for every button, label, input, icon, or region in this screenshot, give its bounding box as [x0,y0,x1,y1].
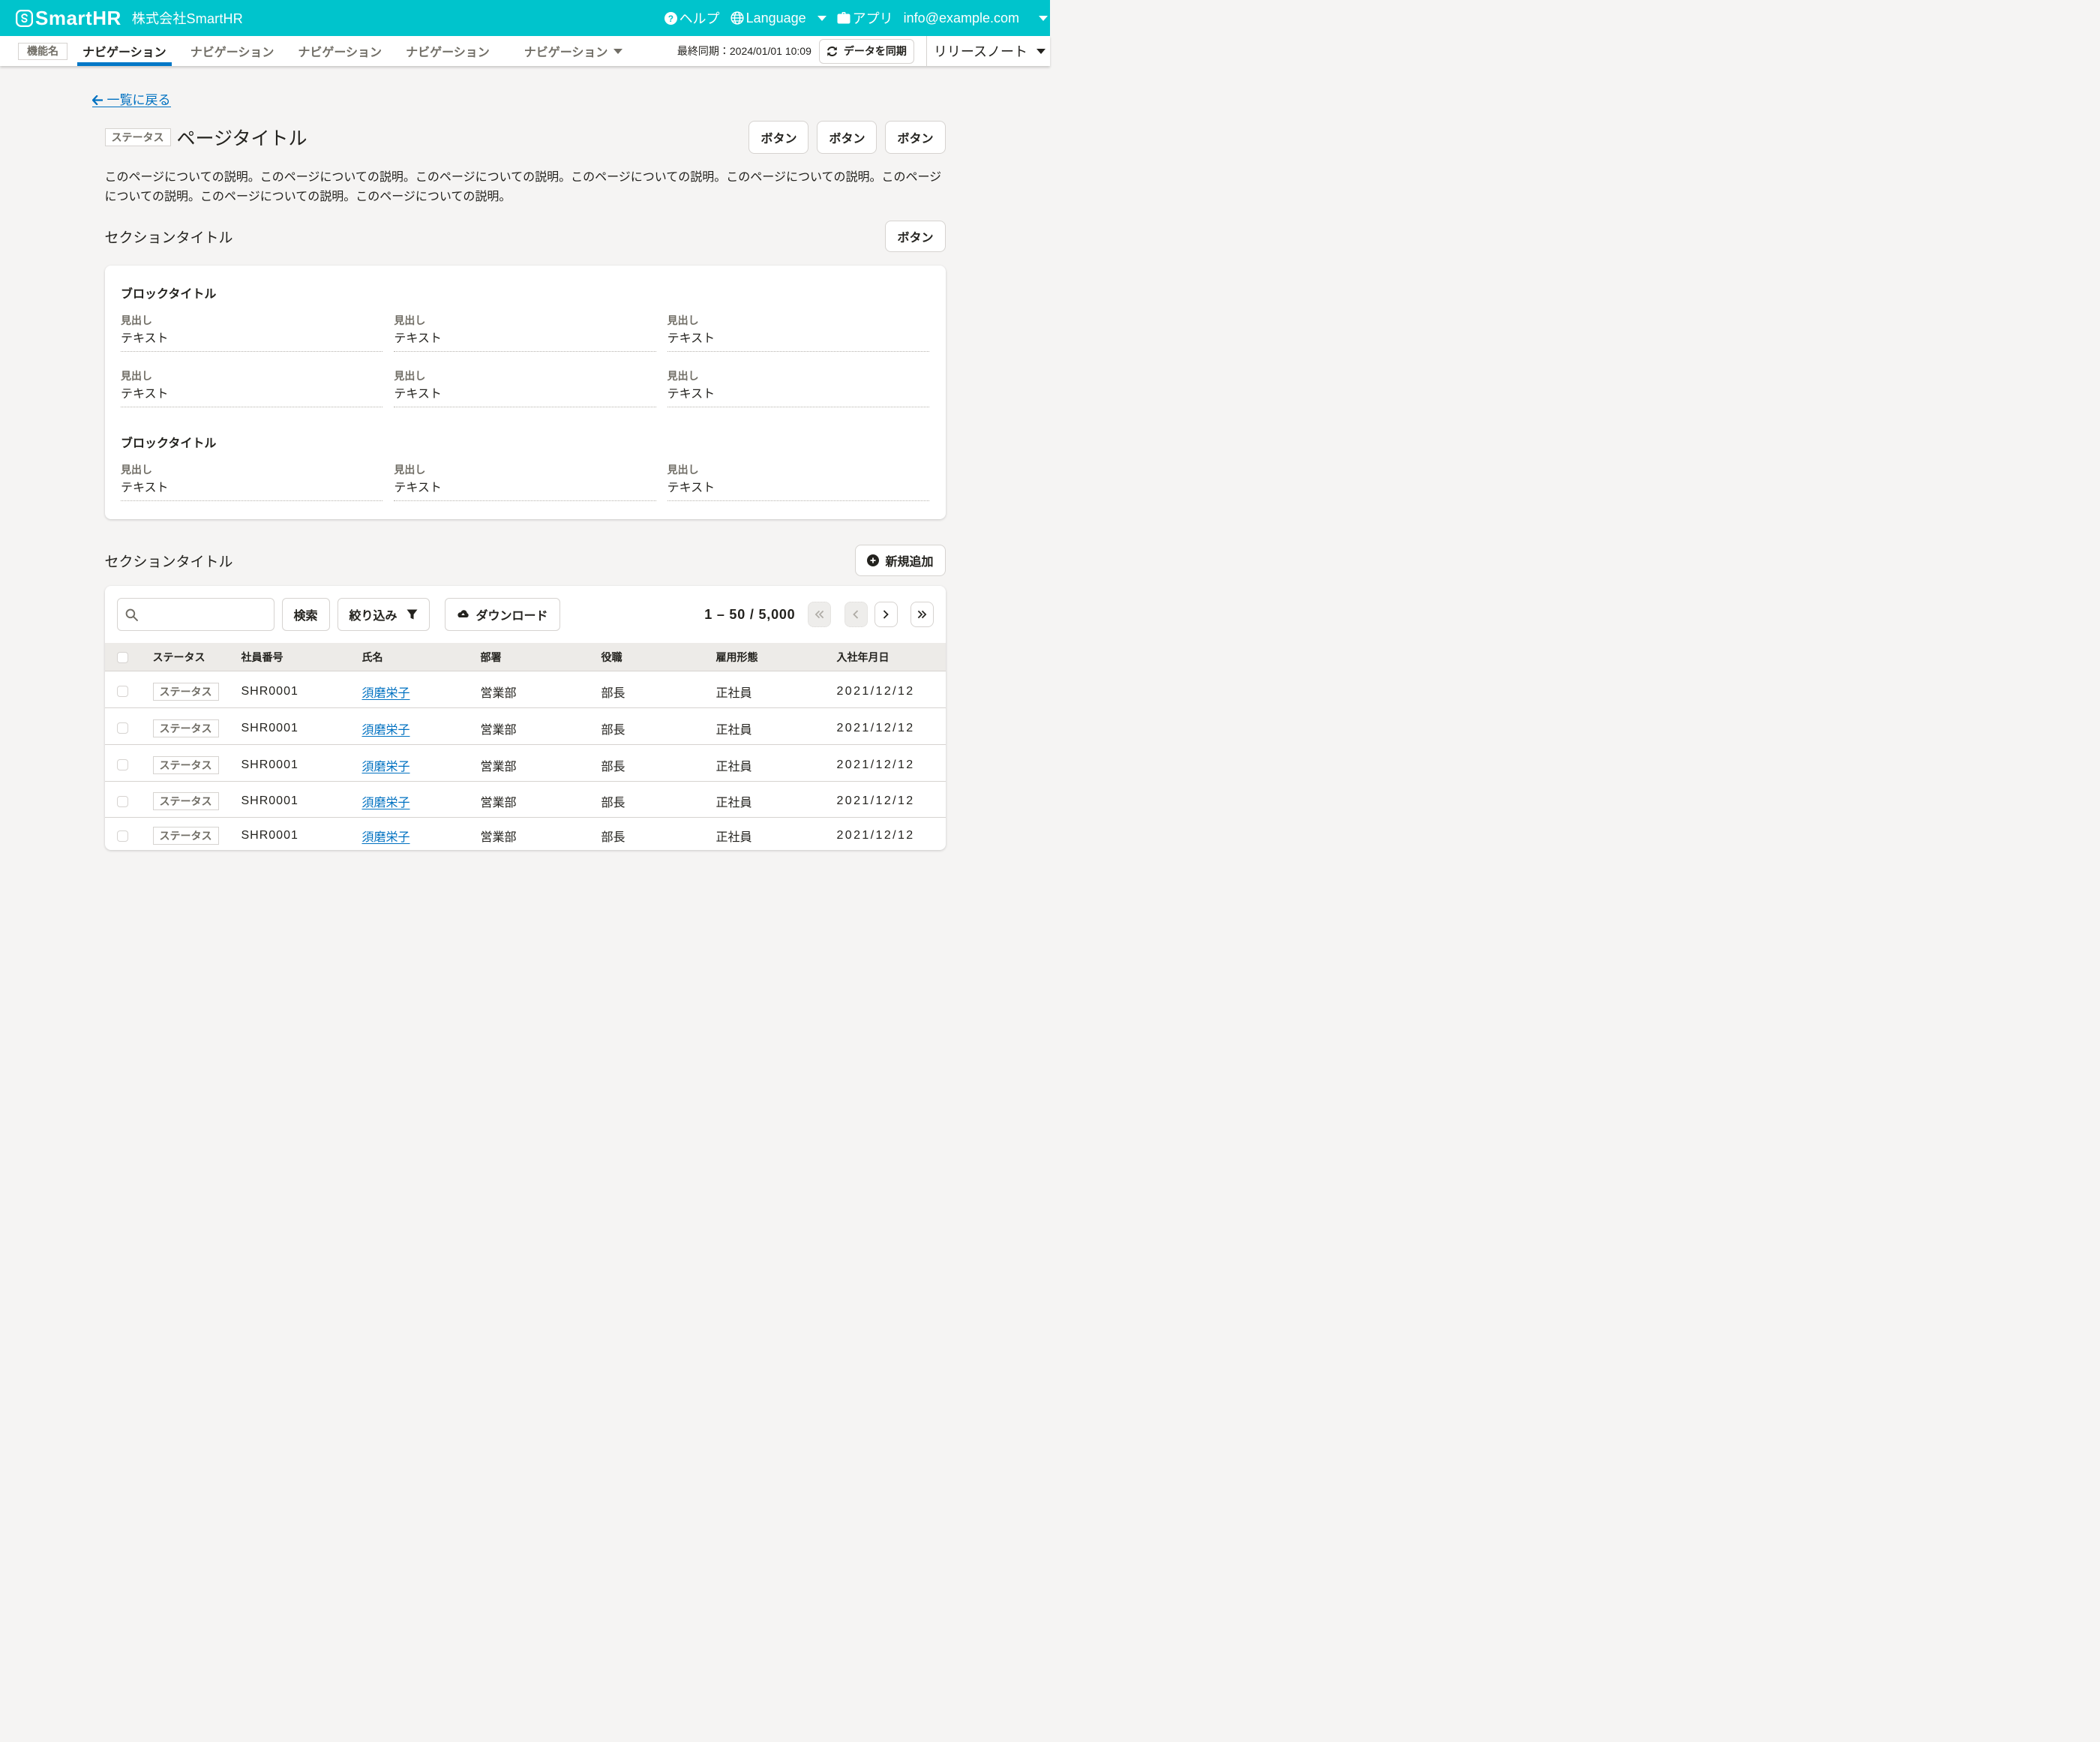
svg-text:?: ? [668,14,673,23]
